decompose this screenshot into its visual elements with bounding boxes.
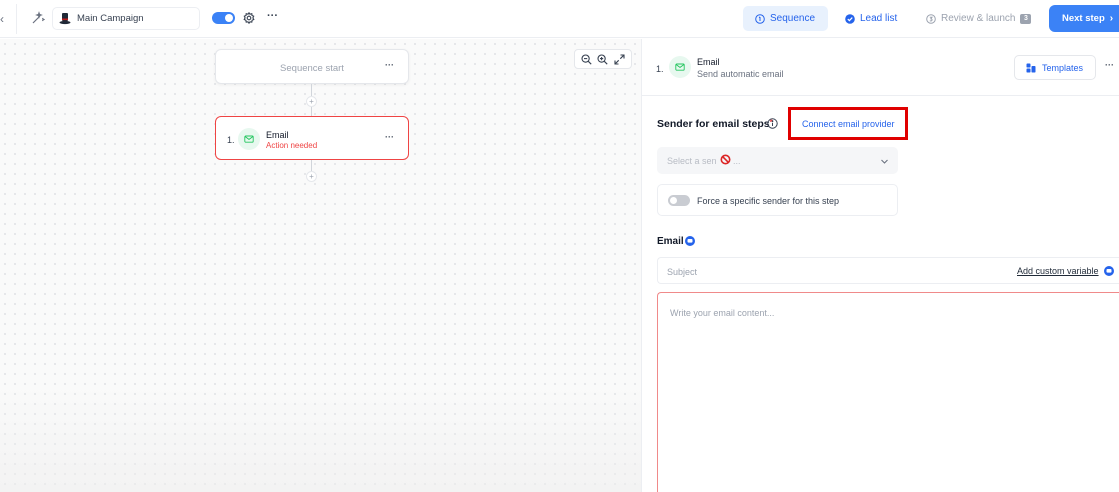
expand-icon[interactable] — [614, 53, 625, 65]
connect-email-provider-link[interactable]: Connect email provider — [802, 119, 895, 129]
sequence-start-label: Sequence start — [280, 63, 344, 74]
templates-button[interactable]: Templates — [1014, 55, 1096, 80]
tab-review-launch-label: Review & launch — [941, 13, 1016, 24]
add-custom-variable-link[interactable]: Add custom variable — [1017, 266, 1099, 276]
campaign-name: Main Campaign — [77, 13, 144, 24]
tab-lead-list-label: Lead list — [860, 13, 898, 24]
chevron-left-icon[interactable]: ‹ — [0, 11, 8, 27]
add-step-button[interactable]: + — [306, 171, 317, 182]
sender-placeholder: Select a sen — [667, 156, 717, 166]
no-entry-icon — [720, 154, 731, 165]
next-step-label: Next step — [1062, 13, 1105, 24]
templates-label: Templates — [1042, 62, 1084, 73]
email-step-node[interactable]: 1. Email Action needed ··· — [215, 116, 409, 160]
count-badge: 3 — [1020, 13, 1032, 24]
highlight-box: Connect email provider — [788, 107, 908, 140]
tab-sequence-label: Sequence — [770, 13, 816, 24]
subject-placeholder: Subject — [667, 267, 698, 277]
zoom-controls — [574, 49, 632, 69]
tab-lead-list[interactable]: Lead list — [840, 6, 906, 31]
sender-placeholder-ellipsis: ... — [733, 156, 741, 166]
top-hat-icon — [59, 13, 71, 25]
more-options-icon[interactable]: ··· — [267, 10, 278, 22]
next-step-button[interactable]: Next step › — [1049, 5, 1119, 32]
sequence-start-node[interactable]: Sequence start ··· — [215, 49, 409, 84]
email-content-placeholder: Write your email content... — [670, 308, 775, 318]
panel-step-title: Email — [697, 57, 720, 67]
zoom-out-icon[interactable] — [581, 53, 592, 65]
tab-review-launch[interactable]: Review & launch 3 — [921, 6, 1041, 31]
email-section-label: Email — [657, 236, 684, 247]
info-icon[interactable] — [767, 118, 778, 129]
force-sender-row: Force a specific sender for this step — [657, 184, 898, 216]
sequence-canvas[interactable]: Sequence start ··· + 1. Email Action nee… — [0, 39, 641, 492]
connector-line — [311, 84, 312, 96]
campaign-name-field[interactable]: Main Campaign — [52, 7, 200, 30]
step-number: 1. — [656, 64, 664, 74]
panel-step-subtitle: Send automatic email — [697, 69, 784, 79]
more-options-icon[interactable]: ··· — [1105, 60, 1114, 70]
chevron-right-icon: › — [1109, 13, 1114, 24]
add-step-button[interactable]: + — [306, 96, 317, 107]
subject-input[interactable]: Subject Add custom variable — [657, 257, 1119, 284]
gear-icon[interactable] — [243, 12, 255, 24]
connector-line — [311, 160, 312, 171]
chevron-down-icon — [881, 159, 888, 164]
divider — [16, 4, 17, 34]
tab-sequence[interactable]: Sequence — [743, 6, 828, 31]
force-sender-toggle[interactable] — [668, 195, 690, 206]
node-status: Action needed — [266, 141, 318, 150]
canvas-fade — [0, 382, 641, 492]
node-menu-icon[interactable]: ··· — [385, 132, 394, 142]
top-bar: ‹ Main Campaign ··· Sequence Lead list R… — [0, 0, 1119, 38]
step-three-icon — [926, 13, 936, 24]
campaign-active-toggle[interactable] — [212, 12, 235, 24]
connector-line — [311, 107, 312, 116]
check-circle-icon — [845, 13, 855, 24]
mail-icon — [669, 56, 691, 78]
sequence-icon — [755, 13, 765, 24]
email-content-editor[interactable]: Write your email content... — [657, 292, 1119, 492]
panel-header: 1. Email Send automatic email Templates … — [642, 39, 1119, 96]
node-title: Email — [266, 130, 289, 140]
step-settings-panel: 1. Email Send automatic email Templates … — [641, 39, 1119, 492]
sender-label: Sender for email steps* — [657, 118, 773, 130]
templates-icon — [1026, 63, 1036, 72]
chat-badge-icon — [685, 236, 695, 246]
node-menu-icon[interactable]: ··· — [385, 60, 394, 70]
magic-wand-icon[interactable] — [31, 11, 45, 25]
zoom-in-icon[interactable] — [597, 53, 609, 65]
sender-select[interactable]: Select a sen ... — [657, 147, 898, 174]
mail-icon — [238, 128, 260, 150]
chat-badge-icon — [1104, 266, 1114, 276]
force-sender-label: Force a specific sender for this step — [697, 196, 840, 206]
step-number: 1. — [227, 135, 235, 145]
